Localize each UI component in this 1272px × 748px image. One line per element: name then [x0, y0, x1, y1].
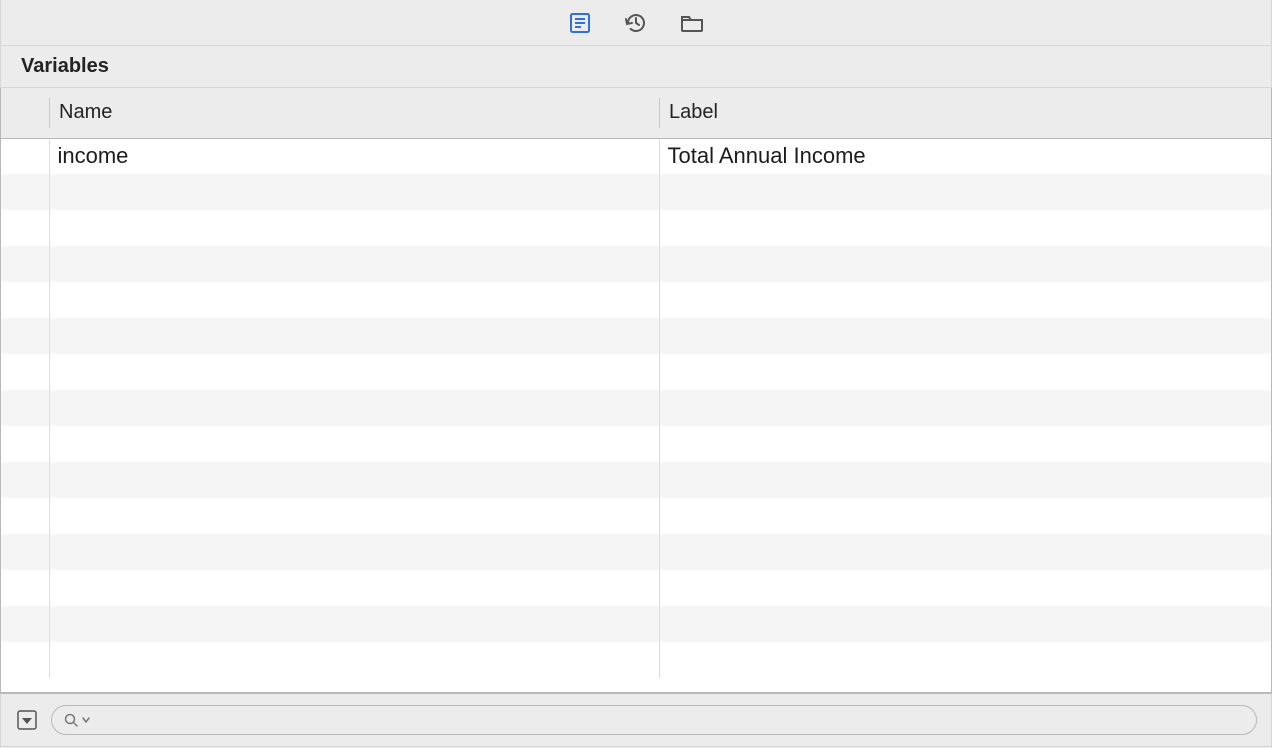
table-row[interactable] [1, 498, 1271, 534]
variable-name-cell[interactable] [49, 570, 659, 606]
table-header-row: Name Label [1, 88, 1271, 138]
row-marker-cell[interactable] [1, 642, 49, 678]
variable-name-cell[interactable] [49, 642, 659, 678]
variable-label-cell[interactable] [659, 462, 1271, 498]
variable-label-cell[interactable] [659, 318, 1271, 354]
toolbar [0, 0, 1272, 46]
variable-name-cell[interactable] [49, 606, 659, 642]
row-marker-cell[interactable] [1, 498, 49, 534]
row-marker-cell[interactable] [1, 282, 49, 318]
row-marker-cell[interactable] [1, 318, 49, 354]
table-row[interactable] [1, 210, 1271, 246]
filter-dropdown-icon [17, 710, 37, 730]
row-marker-cell[interactable] [1, 174, 49, 210]
search-input[interactable] [94, 712, 1244, 728]
label-column-header[interactable]: Label [659, 88, 1271, 138]
variable-label-cell[interactable] [659, 534, 1271, 570]
history-button[interactable] [622, 9, 650, 37]
search-field[interactable] [51, 705, 1257, 735]
variable-label-cell[interactable] [659, 606, 1271, 642]
table-row[interactable] [1, 642, 1271, 678]
variable-label-cell[interactable] [659, 246, 1271, 282]
folder-icon [679, 11, 705, 35]
row-marker-column-header[interactable] [1, 88, 49, 138]
variable-label-cell[interactable] [659, 174, 1271, 210]
table-row[interactable]: incomeTotal Annual Income [1, 138, 1271, 174]
history-icon [624, 11, 648, 35]
table-row[interactable] [1, 354, 1271, 390]
variables-table-container: Name Label incomeTotal Annual Income [0, 88, 1272, 693]
table-row[interactable] [1, 606, 1271, 642]
row-marker-cell[interactable] [1, 606, 49, 642]
variable-name-cell[interactable] [49, 390, 659, 426]
list-view-button[interactable] [566, 9, 594, 37]
variable-name-cell[interactable] [49, 462, 659, 498]
variable-label-cell[interactable] [659, 282, 1271, 318]
filter-menu-button[interactable] [15, 708, 39, 732]
table-row[interactable] [1, 570, 1271, 606]
table-row[interactable] [1, 282, 1271, 318]
variable-name-cell[interactable] [49, 282, 659, 318]
table-row[interactable] [1, 390, 1271, 426]
variable-name-cell[interactable] [49, 318, 659, 354]
variable-name-cell[interactable] [49, 174, 659, 210]
variable-label-cell[interactable]: Total Annual Income [659, 138, 1271, 174]
variable-name-cell[interactable] [49, 498, 659, 534]
name-column-header[interactable]: Name [49, 88, 659, 138]
variable-label-cell[interactable] [659, 642, 1271, 678]
row-marker-cell[interactable] [1, 138, 49, 174]
chevron-down-icon [82, 716, 90, 724]
search-icon [64, 713, 78, 727]
row-marker-cell[interactable] [1, 354, 49, 390]
table-row[interactable] [1, 426, 1271, 462]
row-marker-cell[interactable] [1, 462, 49, 498]
variable-label-cell[interactable] [659, 426, 1271, 462]
variable-name-cell[interactable] [49, 534, 659, 570]
row-marker-cell[interactable] [1, 426, 49, 462]
row-marker-cell[interactable] [1, 210, 49, 246]
row-marker-cell[interactable] [1, 246, 49, 282]
section-header: Variables [0, 46, 1272, 88]
folder-button[interactable] [678, 9, 706, 37]
variable-name-cell[interactable] [49, 426, 659, 462]
list-view-icon [568, 11, 592, 35]
table-row[interactable] [1, 174, 1271, 210]
variables-table: Name Label incomeTotal Annual Income [1, 88, 1271, 678]
variable-label-cell[interactable] [659, 498, 1271, 534]
row-marker-cell[interactable] [1, 390, 49, 426]
table-row[interactable] [1, 462, 1271, 498]
table-row[interactable] [1, 246, 1271, 282]
variable-name-cell[interactable] [49, 246, 659, 282]
variable-name-cell[interactable]: income [49, 138, 659, 174]
variable-label-cell[interactable] [659, 210, 1271, 246]
variable-label-cell[interactable] [659, 390, 1271, 426]
variable-label-cell[interactable] [659, 354, 1271, 390]
table-row[interactable] [1, 318, 1271, 354]
row-marker-cell[interactable] [1, 570, 49, 606]
variable-label-cell[interactable] [659, 570, 1271, 606]
variable-name-cell[interactable] [49, 210, 659, 246]
variable-name-cell[interactable] [49, 354, 659, 390]
footer-bar [0, 693, 1272, 747]
row-marker-cell[interactable] [1, 534, 49, 570]
table-row[interactable] [1, 534, 1271, 570]
